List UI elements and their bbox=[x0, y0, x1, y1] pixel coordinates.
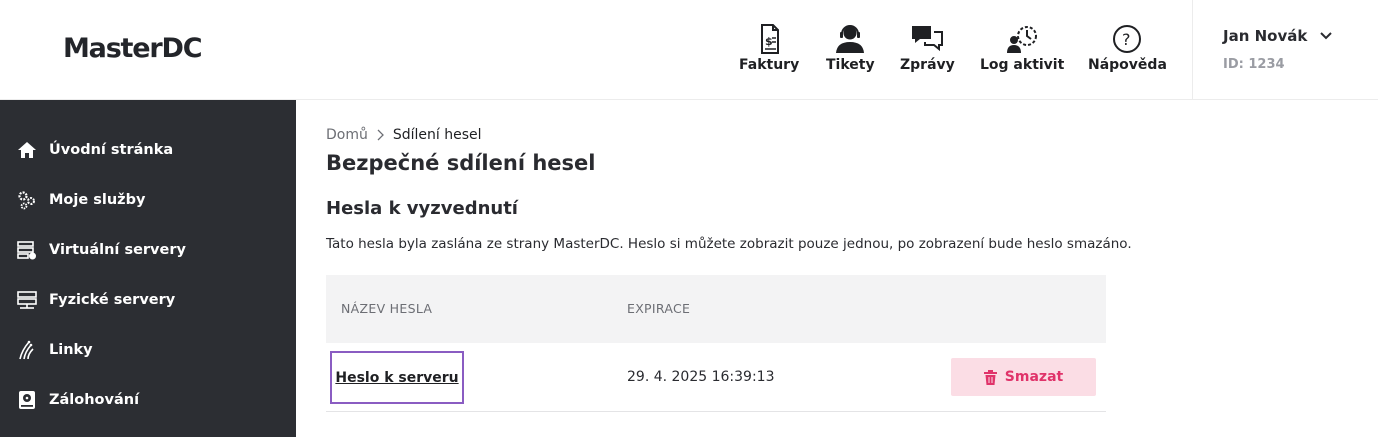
nav-messages[interactable]: Zprávy bbox=[900, 24, 955, 73]
activity-log-icon bbox=[1007, 26, 1038, 53]
nav-label: Zprávy bbox=[900, 57, 955, 73]
fiber-lines-icon bbox=[16, 339, 38, 361]
sidebar-item-label: Zálohování bbox=[49, 392, 140, 408]
nav-label: Faktury bbox=[739, 57, 800, 73]
sidebar-item-label: Linky bbox=[49, 342, 93, 358]
breadcrumb-home-link[interactable]: Domů bbox=[326, 127, 368, 143]
password-link[interactable]: Heslo k serveru bbox=[330, 351, 464, 404]
column-header-name: NÁZEV HESLA bbox=[341, 301, 433, 316]
sidebar-item-label: Fyzické servery bbox=[49, 292, 176, 308]
support-agent-icon bbox=[836, 25, 865, 53]
backup-drive-icon bbox=[16, 389, 38, 411]
table-header: NÁZEV HESLA EXPIRACE bbox=[326, 275, 1106, 343]
breadcrumb-current: Sdílení hesel bbox=[392, 127, 482, 143]
physical-server-icon bbox=[16, 289, 38, 311]
invoice-icon: $ bbox=[761, 24, 780, 54]
page-title: Bezpečné sdílení hesel bbox=[326, 151, 596, 175]
user-menu[interactable]: Jan Novák ID: 1234 bbox=[1192, 0, 1378, 100]
sidebar-item-my-services[interactable]: Moje služby bbox=[0, 175, 296, 225]
sidebar: Úvodní stránka Moje služby Virtuální ser… bbox=[0, 100, 296, 437]
main-content: Domů Sdílení hesel Bezpečné sdílení hese… bbox=[296, 100, 1378, 437]
sidebar-item-lines[interactable]: Linky bbox=[0, 325, 296, 375]
chat-bubbles-icon bbox=[912, 26, 944, 52]
trash-icon bbox=[983, 369, 997, 385]
logo[interactable]: MasterDC bbox=[63, 33, 203, 64]
column-header-expiration: EXPIRACE bbox=[627, 301, 691, 316]
sidebar-item-backup[interactable]: Zálohování bbox=[0, 375, 296, 425]
sidebar-item-home[interactable]: Úvodní stránka bbox=[0, 125, 296, 175]
breadcrumb: Domů Sdílení hesel bbox=[326, 127, 482, 143]
sidebar-item-label: Moje služby bbox=[49, 192, 146, 208]
help-circle-icon: ? bbox=[1113, 25, 1142, 53]
delete-button[interactable]: Smazat bbox=[951, 358, 1096, 396]
svg-text:?: ? bbox=[1122, 30, 1131, 49]
delete-button-label: Smazat bbox=[1004, 369, 1064, 385]
section-description: Tato hesla byla zaslána ze strany Master… bbox=[326, 236, 1132, 252]
expiration-value: 29. 4. 2025 16:39:13 bbox=[627, 369, 775, 385]
nav-tickets[interactable]: Tikety bbox=[826, 24, 875, 73]
sidebar-item-label: Virtuální servery bbox=[49, 242, 186, 258]
password-name[interactable]: Heslo k serveru bbox=[335, 370, 458, 386]
section-title: Hesla k vyzvednutí bbox=[326, 198, 518, 219]
home-icon bbox=[16, 139, 38, 161]
top-header: MasterDC $ Faktury Tikety Zprávy Log akt… bbox=[0, 0, 1378, 100]
user-name[interactable]: Jan Novák bbox=[1223, 27, 1307, 45]
chevron-right-icon bbox=[377, 129, 384, 141]
user-id: ID: 1234 bbox=[1223, 57, 1285, 72]
nav-label: Nápověda bbox=[1088, 57, 1167, 73]
nav-label: Tikety bbox=[826, 57, 875, 73]
passwords-table: NÁZEV HESLA EXPIRACE Heslo k serveru 29.… bbox=[326, 275, 1106, 412]
chevron-down-icon[interactable] bbox=[1319, 29, 1333, 43]
table-row: Heslo k serveru 29. 4. 2025 16:39:13 Sma… bbox=[326, 343, 1106, 412]
nav-label: Log aktivit bbox=[980, 57, 1065, 73]
sidebar-item-label: Úvodní stránka bbox=[49, 142, 174, 158]
gears-icon bbox=[16, 189, 38, 211]
sidebar-item-virtual-servers[interactable]: Virtuální servery bbox=[0, 225, 296, 275]
virtual-server-icon bbox=[16, 239, 38, 261]
nav-activity-log[interactable]: Log aktivit bbox=[980, 24, 1064, 73]
svg-text:$: $ bbox=[765, 35, 773, 48]
nav-invoices[interactable]: $ Faktury bbox=[739, 24, 799, 73]
sidebar-item-physical-servers[interactable]: Fyzické servery bbox=[0, 275, 296, 325]
nav-help[interactable]: ? Nápověda bbox=[1088, 24, 1167, 73]
